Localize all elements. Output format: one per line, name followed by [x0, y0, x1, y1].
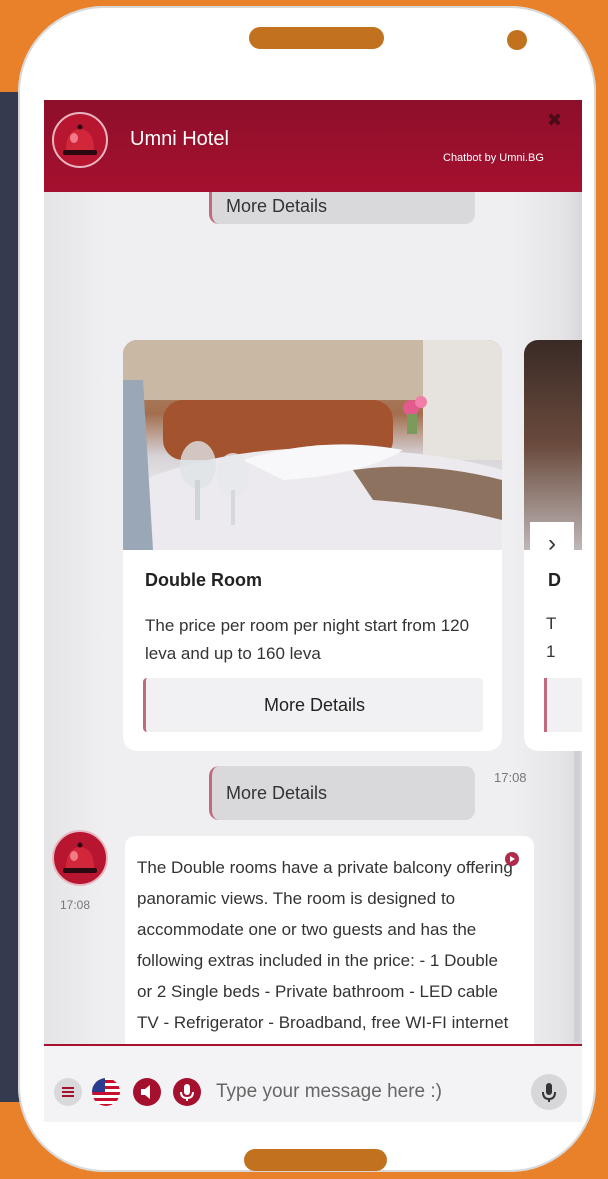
next-room-button-partial[interactable] — [544, 678, 582, 732]
close-icon[interactable]: ✖ — [547, 110, 562, 131]
bot-avatar-bell-icon — [52, 830, 108, 886]
more-details-button[interactable]: More Details — [143, 678, 483, 732]
next-room-desc-partial-2: 1 — [546, 642, 556, 661]
phone-home-button — [244, 1149, 387, 1171]
chat-title: Umni Hotel — [130, 128, 229, 150]
next-room-photo — [524, 340, 582, 550]
user-message-more-details-previous: More Details — [209, 192, 475, 224]
menu-icon[interactable] — [54, 1078, 82, 1106]
us-flag-language-icon[interactable] — [92, 1078, 120, 1106]
user-message-time: 17:08 — [494, 770, 527, 785]
double-room-photo — [123, 340, 502, 550]
chat-header: Umni Hotel ✖ Chatbot by Umni.BG — [44, 100, 582, 192]
chatbot-credit: Chatbot by Umni.BG — [443, 152, 544, 164]
room-card-double: Double Room The price per room per night… — [123, 340, 502, 751]
next-room-desc-partial-1: T — [546, 614, 557, 633]
room-card-description: The price per room per night start from … — [145, 616, 470, 663]
user-message-more-details: More Details — [209, 766, 475, 820]
next-room-title-partial: D — [548, 570, 561, 590]
speaker-icon[interactable] — [133, 1078, 161, 1106]
hotel-bell-logo-icon — [52, 112, 108, 168]
chat-input-bar — [44, 1044, 582, 1122]
chat-widget: Umni Hotel ✖ Chatbot by Umni.BG More Det… — [44, 100, 582, 1122]
microphone-icon[interactable] — [531, 1074, 567, 1110]
play-audio-icon[interactable] — [505, 852, 519, 866]
carousel-next-arrow-icon[interactable]: › — [530, 522, 574, 568]
chat-messages[interactable]: More Details Double Room The price per r… — [44, 192, 582, 1044]
bot-message-text: The Double rooms have a private balcony … — [137, 858, 513, 1032]
room-card-title: Double Room — [145, 570, 262, 590]
bot-message: The Double rooms have a private balcony … — [125, 836, 534, 1044]
phone-speaker — [249, 27, 384, 49]
voice-mic-icon[interactable] — [173, 1078, 201, 1106]
message-input[interactable] — [216, 1074, 516, 1110]
chat-scrollbar[interactable] — [574, 702, 580, 1042]
phone-camera — [507, 30, 527, 50]
bot-message-time: 17:08 — [60, 898, 91, 912]
